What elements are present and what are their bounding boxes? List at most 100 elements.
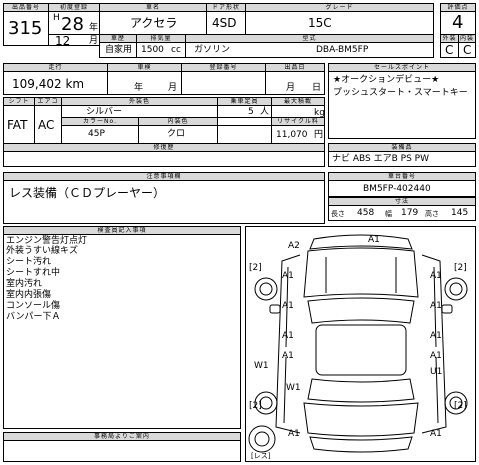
length-label: 長さ [331,210,345,218]
model: DBA-BM5FP [316,45,369,55]
score-box: 4 [440,11,476,35]
doors: 4SD [212,16,237,30]
chassis-box: BM5FP-402440 [328,180,476,197]
damage-mark: A1 [430,331,442,341]
sales-points-box: ★オークションデビュー★ プッシュスタート・スマートキー [328,71,476,139]
color: シルバー [86,107,123,117]
shaken-year-unit: 年 [134,83,144,93]
damage-mark: A1 [282,351,294,361]
exterior-grade: C [445,43,454,57]
interior-grade: C [463,43,472,57]
recycle: 11,070 [276,130,308,140]
chassis-number: BM5FP-402440 [363,184,431,194]
damage-mark: [2] [249,263,262,273]
car-outline-diagram [248,234,468,453]
interior-grade-box: C [458,42,476,58]
auction-date-box: 月 日 [265,71,325,95]
displacement-unit: cc [171,45,181,55]
damage-diagram: A2 A1 [2] A1 [2] A1 A1 A1 A1 A1 A1 W1 W1… [245,226,476,462]
mileage-box: 109,402 km [3,71,108,95]
notes: レス装備（ＣＤプレーヤー） [9,186,166,200]
damage-mark: W1 [286,383,301,393]
recycle-unit: 円 [314,130,324,140]
notes-box: レス装備（ＣＤプレーヤー） [3,180,325,224]
ac-box: AC [34,105,62,144]
sales-point-1: ★オークションデビュー★ [333,75,440,85]
inspector-note: 室内汚れ [6,279,43,289]
office-box [3,440,241,462]
score: 4 [452,12,464,33]
lot-number: 315 [8,18,43,39]
grade-box: 15C [245,11,434,35]
damage-mark: W1 [254,361,269,371]
displacement-box: 1500 cc [136,42,186,58]
era: H [53,13,60,23]
inspector-note: 室内内張傷 [6,290,52,300]
damage-mark: A1 [430,271,442,281]
shaken-box: 年 月 [107,71,182,95]
inspector-box: エンジン警告灯点灯 外装うすい線キズ シート汚れ シートすれ中 室内汚れ 室内内… [3,234,241,429]
damage-mark: A1 [430,351,442,361]
mileage: 109,402 km [12,77,85,91]
shaken-month-unit: 月 [168,83,178,93]
capacity-unit: 人 [260,107,270,117]
body-type-box: 自家用 [99,42,137,58]
width: 179 [401,208,419,218]
equipment: ナビ ABS エアB PS PW [332,154,429,164]
color-number: 45P [88,129,105,139]
capacity-box: 5 人 [217,105,272,118]
inspector-note: 外装うすい線キズ [6,246,79,256]
damage-mark: [2] [249,401,262,411]
recycle-box: 11,070 円 [271,125,325,144]
first-registration-box: H 28 年 12 月 [48,11,100,48]
inspector-note: コンソール傷 [6,301,61,311]
damage-mark: A1 [368,235,380,245]
damage-mark: [2] [454,263,467,273]
registration-year: 28 [61,14,84,35]
size-box: 長さ 458 幅 179 高さ 145 [328,205,476,221]
fuel: ガソリン [194,45,231,55]
inspector-note: エンジン警告灯点灯 [6,236,88,246]
capacity: 5 [248,107,254,117]
auction-month-unit: 月 [286,83,296,93]
damage-mark: A1 [288,429,300,439]
shift: FAT [7,118,28,132]
height-label: 高さ [425,210,439,218]
spare-tire-label: [レス] [251,452,271,460]
length: 458 [357,208,375,218]
inspector-note: シート汚れ [6,257,52,267]
interior-color-box: クロ [138,125,218,144]
inspector-note: バンパー下Ａ [6,312,61,322]
damage-mark: A1 [282,331,294,341]
width-label: 幅 [385,210,392,218]
doors-box: 4SD [206,11,246,35]
grade: 15C [308,16,332,30]
body-type: 自家用 [105,45,133,55]
auction-day-unit: 日 [312,83,322,93]
blank-box [217,125,272,144]
height: 145 [451,208,469,218]
inspector-note: シートすれ中 [6,268,61,278]
lot-number-box: 315 [3,11,49,46]
car-name-box: アクセラ [99,11,207,35]
reg-number-box [181,71,266,95]
sales-point-2: プッシュスタート・スマートキー [333,88,468,98]
model-box: ガソリン DBA-BM5FP [185,42,434,58]
damage-mark: U1 [430,367,443,377]
registration-month: 12 [55,34,71,48]
year-unit: 年 [89,23,99,33]
displacement: 1500 [141,45,164,55]
interior-color: クロ [167,129,186,139]
car-name: アクセラ [130,16,178,30]
damage-mark: A1 [430,429,442,439]
color-number-box: 45P [61,125,139,144]
damage-mark: A1 [282,271,294,281]
damage-mark: A1 [282,301,294,311]
month-unit: 月 [89,36,99,46]
equipment-box: ナビ ABS エアB PS PW [328,151,476,167]
shift-box: FAT [3,105,35,144]
damage-mark: A2 [288,241,300,251]
damage-mark: A1 [430,301,442,311]
history-box [3,151,325,167]
exterior-grade-box: C [440,42,459,58]
